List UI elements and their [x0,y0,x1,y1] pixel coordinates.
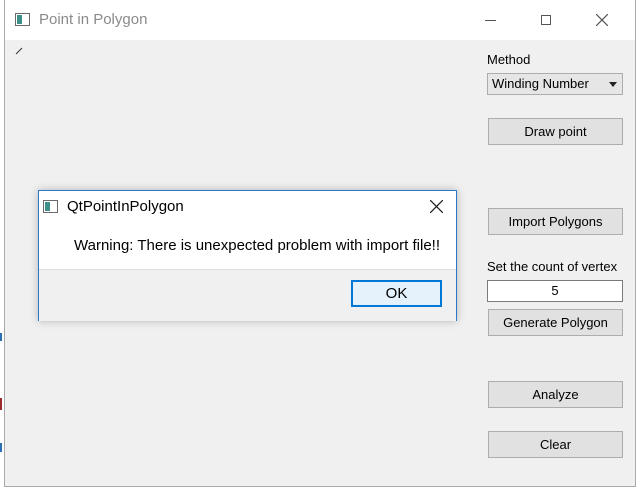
vertex-count-input[interactable]: 5 [487,280,623,302]
minimize-button[interactable] [467,0,513,40]
dialog-close-button[interactable] [426,196,446,216]
import-polygons-button[interactable]: Import Polygons [488,208,623,235]
maximize-icon [541,15,551,25]
analyze-button[interactable]: Analyze [488,381,623,408]
dialog-app-icon [43,200,58,213]
dialog-title-bar[interactable]: QtPointInPolygon [39,191,456,223]
clear-button[interactable]: Clear [488,431,623,458]
method-select-value: Winding Number [492,76,589,91]
minimize-icon [484,19,496,21]
method-select[interactable]: Winding Number [487,73,623,95]
title-bar[interactable]: Point in Polygon [5,0,635,40]
left-edge-mark [0,333,2,341]
vertex-count-label: Set the count of vertex [487,259,618,274]
warning-dialog: QtPointInPolygon Warning: There is unexp… [38,190,457,321]
dialog-message: Warning: There is unexpected problem wit… [74,237,440,254]
dialog-footer: OK [39,269,456,321]
method-label: Method [487,52,531,67]
close-button[interactable] [579,0,625,40]
ok-button[interactable]: OK [351,280,442,307]
app-icon [15,13,30,26]
dropdown-arrow-icon [609,82,617,87]
left-edge-mark [0,398,2,410]
close-icon [596,14,608,26]
maximize-button[interactable] [523,0,569,40]
dialog-title: QtPointInPolygon [67,198,184,215]
dialog-close-icon [429,199,443,213]
draw-point-button[interactable]: Draw point [488,118,623,145]
generate-polygon-button[interactable]: Generate Polygon [488,309,623,336]
left-edge-mark [0,443,2,452]
window-title: Point in Polygon [39,11,148,28]
cursor-mark [15,47,23,55]
